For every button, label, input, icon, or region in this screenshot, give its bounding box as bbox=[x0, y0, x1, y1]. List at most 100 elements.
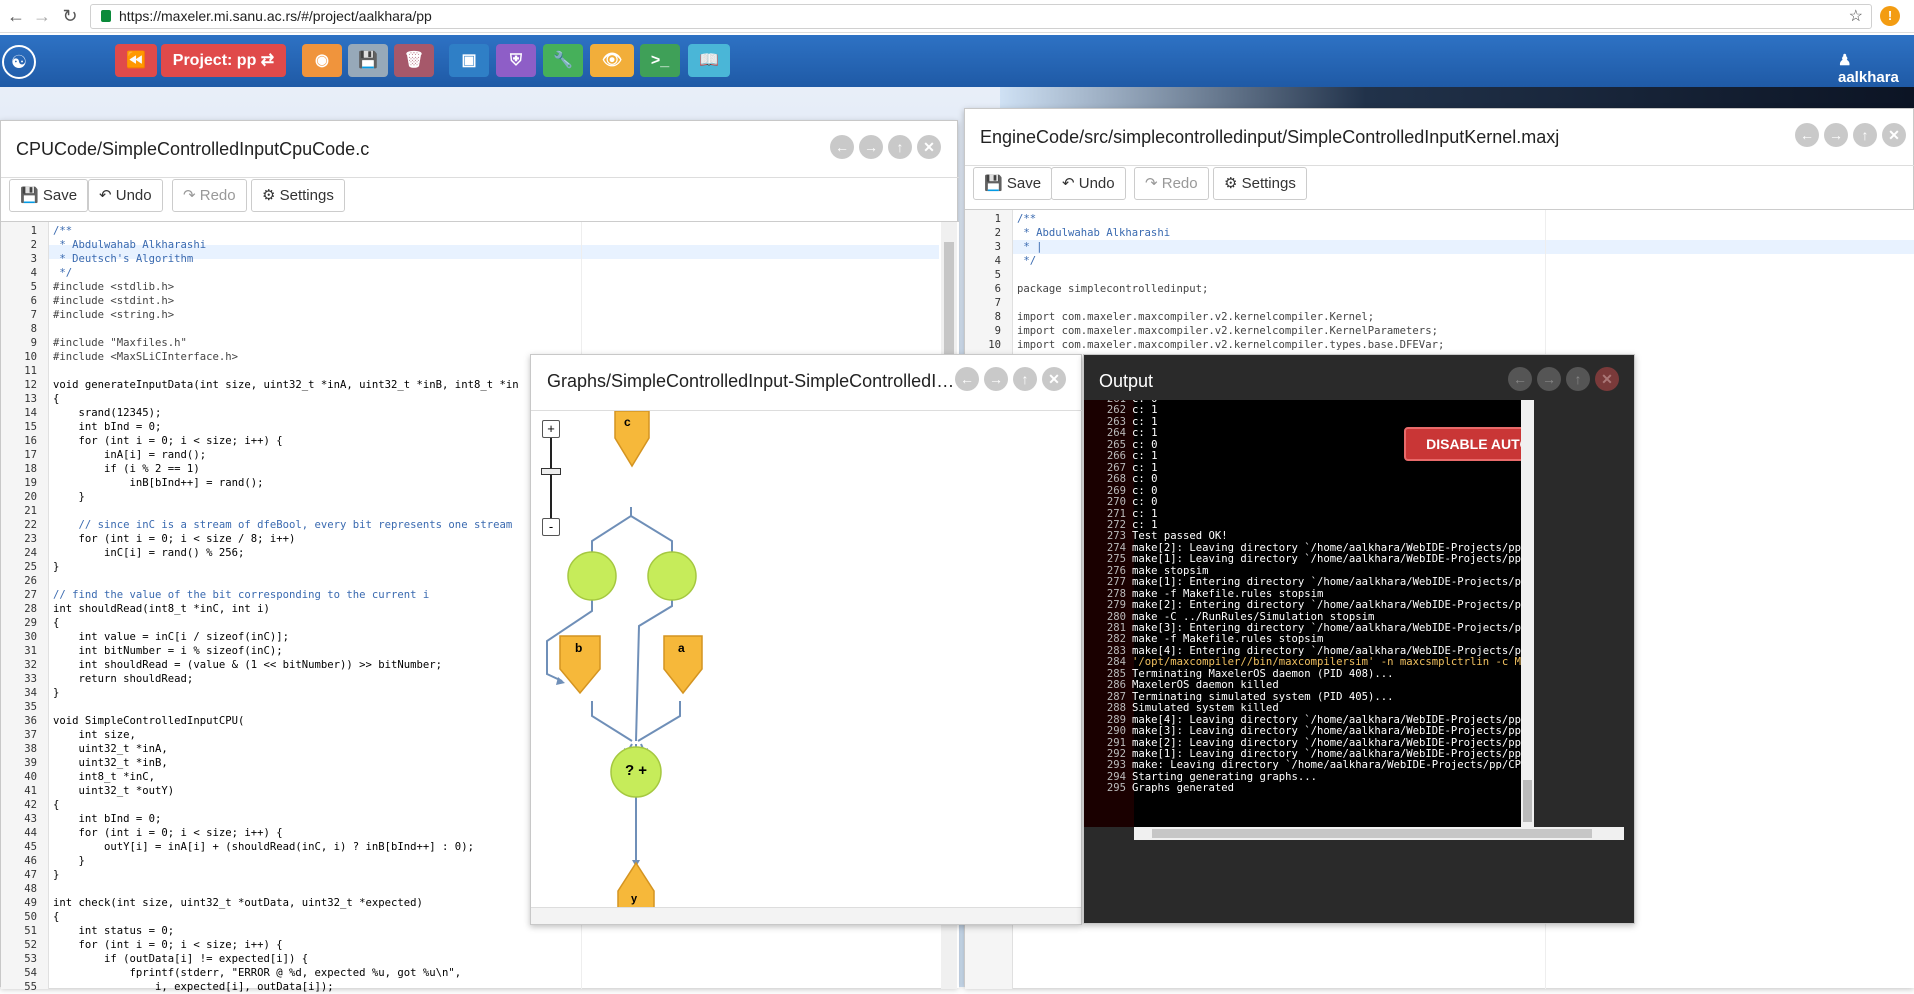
arrow-right-icon[interactable]: → bbox=[1824, 123, 1848, 147]
engine-code-line: /** bbox=[1017, 213, 1037, 225]
disable-autoscroll-button[interactable]: DISABLE AUTOSCROLL bbox=[1404, 427, 1534, 461]
line-number: 19 bbox=[24, 477, 37, 489]
browser-bar: ← → ↻ https://maxeler.mi.sanu.ac.rs/#/pr… bbox=[0, 0, 1914, 33]
cpu-code-line: if (outData[i] != expected[i]) { bbox=[53, 953, 309, 965]
zoom-out-button[interactable]: - bbox=[542, 518, 560, 536]
build-button[interactable]: 🔧 bbox=[543, 44, 583, 77]
archive-button[interactable]: ▣ bbox=[449, 44, 489, 77]
warning-icon[interactable]: ! bbox=[1880, 6, 1900, 26]
graph-scrollbar[interactable] bbox=[531, 907, 1081, 924]
cpu-settings-button[interactable]: ⚙ Settings bbox=[251, 179, 345, 212]
save-all-button[interactable]: 💾 bbox=[348, 44, 388, 77]
arrow-left-icon[interactable]: ← bbox=[830, 135, 854, 159]
close-icon[interactable]: ✕ bbox=[917, 135, 941, 159]
close-icon[interactable]: ✕ bbox=[1595, 367, 1619, 391]
delete-button[interactable]: 🗑 bbox=[394, 44, 434, 77]
output-console[interactable]: 261c: 0262c: 1263c: 1264c: 1265c: 0266c:… bbox=[1084, 400, 1534, 827]
build-target-button[interactable]: ◉ bbox=[302, 44, 342, 77]
cpu-code-line: int8_t *inC, bbox=[53, 771, 156, 783]
cpu-code-line: /** bbox=[53, 225, 73, 237]
line-number: 5 bbox=[30, 281, 37, 293]
docs-button[interactable]: 📖 bbox=[688, 44, 730, 77]
maximize-icon[interactable]: ↑ bbox=[1566, 367, 1590, 391]
zoom-slider-handle[interactable] bbox=[541, 468, 561, 475]
line-number: 35 bbox=[24, 701, 37, 713]
engine-save-button[interactable]: 💾 Save bbox=[973, 167, 1053, 200]
output-line-text: c: 1 bbox=[1132, 507, 1158, 520]
line-number: 29 bbox=[24, 617, 37, 629]
close-icon[interactable]: ✕ bbox=[1882, 123, 1906, 147]
graph-panel-title: Graphs/SimpleControlledInput-SimpleContr… bbox=[547, 371, 955, 391]
output-line-text: make -f Makefile.rules stopsim bbox=[1132, 587, 1324, 600]
zoom-slider-track[interactable] bbox=[550, 438, 552, 518]
line-number: 17 bbox=[24, 449, 37, 461]
node-y-label: y bbox=[631, 893, 638, 905]
arrow-left-icon[interactable]: ← bbox=[1508, 367, 1532, 391]
forward-icon[interactable]: → bbox=[30, 4, 54, 28]
divider bbox=[965, 165, 1914, 166]
back-icon[interactable]: ← bbox=[4, 4, 28, 28]
output-line-text: make[3]: Leaving directory `/home/aalkha… bbox=[1132, 725, 1534, 738]
save-label: Save bbox=[42, 187, 78, 204]
star-icon[interactable]: ☆ bbox=[1849, 5, 1863, 28]
cpu-undo-button[interactable]: ↶ Undo bbox=[88, 179, 163, 212]
output-line-text: make[4]: Entering directory `/home/aalkh… bbox=[1132, 644, 1534, 657]
engine-settings-button[interactable]: ⚙ Settings bbox=[1213, 167, 1307, 200]
line-number: 32 bbox=[24, 659, 37, 671]
cpu-code-line: // since inC is a stream of dfeBool, eve… bbox=[53, 519, 513, 531]
output-line-text: make stopsim bbox=[1132, 564, 1209, 577]
output-line-number: 270 bbox=[1106, 496, 1126, 509]
output-scrollbar[interactable] bbox=[1521, 400, 1534, 827]
maximize-icon[interactable]: ↑ bbox=[1853, 123, 1877, 147]
maximize-icon[interactable]: ↑ bbox=[1013, 367, 1037, 391]
arrow-left-icon[interactable]: ← bbox=[955, 367, 979, 391]
arrow-right-icon[interactable]: → bbox=[1537, 367, 1561, 391]
engine-undo-button[interactable]: ↶ Undo bbox=[1051, 167, 1126, 200]
cpu-redo-button[interactable]: ↷ Redo bbox=[172, 179, 247, 212]
line-number: 45 bbox=[24, 841, 37, 853]
close-icon[interactable]: ✕ bbox=[1042, 367, 1066, 391]
cpu-save-button[interactable]: 💾 Save bbox=[9, 179, 89, 212]
output-line-text: make[3]: Entering directory `/home/aalkh… bbox=[1132, 622, 1534, 634]
engine-code-text[interactable]: /** * Abdulwahab Alkharashi * | */ packa… bbox=[1017, 212, 1444, 352]
line-number: 54 bbox=[24, 967, 37, 979]
output-line-number: 295 bbox=[1106, 782, 1126, 795]
cpu-code-line: #include <string.h> bbox=[53, 309, 175, 321]
zoom-in-button[interactable]: + bbox=[542, 420, 560, 438]
engine-redo-button[interactable]: ↷ Redo bbox=[1134, 167, 1209, 200]
maximize-icon[interactable]: ↑ bbox=[888, 135, 912, 159]
arrow-left-icon[interactable]: ← bbox=[1795, 123, 1819, 147]
line-number: 43 bbox=[24, 813, 37, 825]
output-line-number: 268 bbox=[1106, 473, 1126, 486]
engine-code-line bbox=[1017, 268, 1444, 282]
view-button[interactable]: 👁 bbox=[590, 44, 634, 77]
project-button[interactable]: Project: pp ⇄ bbox=[161, 44, 286, 77]
cpu-code-text[interactable]: /** * Abdulwahab Alkharashi * Deutsch's … bbox=[53, 224, 519, 994]
shield-button[interactable]: ⛨ bbox=[496, 44, 536, 77]
reload-icon[interactable]: ↻ bbox=[58, 4, 82, 28]
terminal-button[interactable]: >_ bbox=[640, 44, 680, 77]
url-bar[interactable]: https://maxeler.mi.sanu.ac.rs/#/project/… bbox=[90, 4, 1872, 29]
cpu-code-line bbox=[53, 700, 519, 714]
back-to-projects-button[interactable]: ⏪ bbox=[115, 44, 157, 77]
graph-canvas[interactable]: c b a ? + y + - bbox=[532, 411, 707, 907]
node-op-label: ? + bbox=[624, 762, 648, 779]
arrow-right-icon[interactable]: → bbox=[984, 367, 1008, 391]
output-hscrollbar-thumb[interactable] bbox=[1152, 829, 1592, 838]
cpu-code-line: { bbox=[53, 911, 60, 923]
line-number: 1 bbox=[30, 225, 37, 237]
output-scrollbar-thumb[interactable] bbox=[1523, 780, 1532, 822]
project-label: Project: pp bbox=[172, 52, 257, 69]
engine-code-line: package simplecontrolledinput; bbox=[1017, 283, 1209, 295]
output-line-text: c: 1 bbox=[1132, 518, 1158, 531]
output-line-text: c: 1 bbox=[1132, 404, 1158, 417]
maxeler-logo-icon[interactable]: ☯ bbox=[2, 45, 36, 79]
output-line: 295 Graphs generated bbox=[1084, 782, 1234, 795]
output-hscrollbar[interactable] bbox=[1134, 827, 1624, 840]
user-menu[interactable]: ♟ aalkhara bbox=[1838, 51, 1914, 86]
cpu-code-line bbox=[53, 364, 519, 378]
arrow-right-icon[interactable]: → bbox=[859, 135, 883, 159]
undo-label: Undo bbox=[1078, 175, 1115, 192]
cpu-code-line: #include <MaxSLiCInterface.h> bbox=[53, 351, 238, 363]
line-number: 27 bbox=[24, 589, 37, 601]
